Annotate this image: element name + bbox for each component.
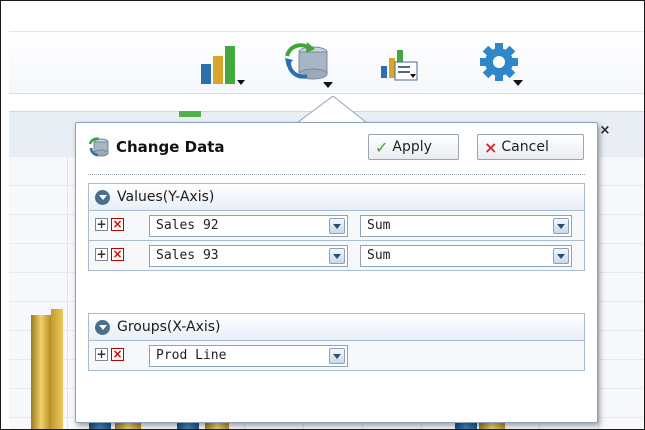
chevron-down-icon bbox=[329, 218, 345, 234]
aggregate-select[interactable]: Sum bbox=[360, 215, 572, 237]
cancel-x-icon: × bbox=[484, 137, 498, 157]
remove-row-icon[interactable]: × bbox=[111, 248, 124, 261]
gear-icon bbox=[480, 43, 523, 86]
popup-title: Change Data bbox=[116, 138, 225, 156]
aggregate-text: Sum bbox=[367, 218, 391, 233]
apply-label: Apply bbox=[392, 139, 432, 155]
chevron-down-icon bbox=[329, 248, 345, 264]
value-field-text: Sales 93 bbox=[156, 248, 219, 263]
aggregate-select[interactable]: Sum bbox=[360, 245, 572, 267]
bar-chart-icon bbox=[201, 46, 245, 85]
toolbar bbox=[9, 31, 644, 94]
group-row: + × Prod Line bbox=[88, 341, 585, 371]
collapse-icon bbox=[95, 189, 110, 205]
add-row-icon[interactable]: + bbox=[95, 218, 108, 231]
cancel-label: Cancel bbox=[501, 139, 549, 155]
chart-bar bbox=[179, 111, 201, 117]
group-field-select[interactable]: Prod Line bbox=[149, 345, 348, 367]
remove-row-icon[interactable]: × bbox=[111, 218, 124, 231]
remove-row-icon[interactable]: × bbox=[111, 348, 124, 361]
value-row: + × Sales 93 Sum bbox=[88, 241, 585, 271]
settings-button[interactable] bbox=[475, 40, 531, 92]
groups-section-header[interactable]: Groups(X-Axis) bbox=[88, 313, 585, 341]
aggregate-text: Sum bbox=[367, 248, 391, 263]
value-field-select[interactable]: Sales 93 bbox=[149, 245, 348, 267]
popup-header: Change Data bbox=[88, 135, 225, 159]
chevron-down-icon bbox=[553, 248, 569, 264]
chart-bar bbox=[455, 423, 477, 429]
popup-pointer bbox=[297, 96, 367, 124]
database-refresh-icon bbox=[88, 137, 109, 157]
value-field-select[interactable]: Sales 92 bbox=[149, 215, 348, 237]
values-section-header[interactable]: Values(Y-Axis) bbox=[88, 183, 585, 211]
group-field-text: Prod Line bbox=[156, 348, 227, 363]
bar-chart-button[interactable] bbox=[195, 40, 251, 92]
change-data-popup: Change Data ✓ Apply × Cancel Values(Y-Ax… bbox=[75, 122, 598, 423]
value-row: + × Sales 92 Sum bbox=[88, 211, 585, 241]
value-field-text: Sales 92 bbox=[156, 218, 219, 233]
database-refresh-icon bbox=[285, 42, 333, 88]
apply-button[interactable]: ✓ Apply bbox=[368, 134, 459, 160]
groups-section-label: Groups(X-Axis) bbox=[117, 319, 221, 335]
chart-bar bbox=[31, 315, 51, 429]
header-divider bbox=[88, 174, 585, 175]
chart-list-icon bbox=[381, 50, 418, 81]
chevron-down-icon bbox=[329, 348, 345, 364]
app-frame: Change Data ✓ Apply × Cancel Values(Y-Ax… bbox=[0, 0, 645, 430]
chevron-down-icon bbox=[553, 218, 569, 234]
add-row-icon[interactable]: + bbox=[95, 248, 108, 261]
change-data-button[interactable] bbox=[279, 40, 335, 92]
chart-bar bbox=[51, 309, 63, 429]
chart-options-button[interactable] bbox=[377, 40, 433, 92]
checkmark-icon: ✓ bbox=[375, 137, 389, 157]
collapse-icon bbox=[95, 319, 110, 335]
close-icon[interactable]: × bbox=[597, 123, 613, 139]
add-row-icon[interactable]: + bbox=[95, 348, 108, 361]
cancel-button[interactable]: × Cancel bbox=[477, 134, 584, 160]
values-section-label: Values(Y-Axis) bbox=[117, 189, 215, 205]
